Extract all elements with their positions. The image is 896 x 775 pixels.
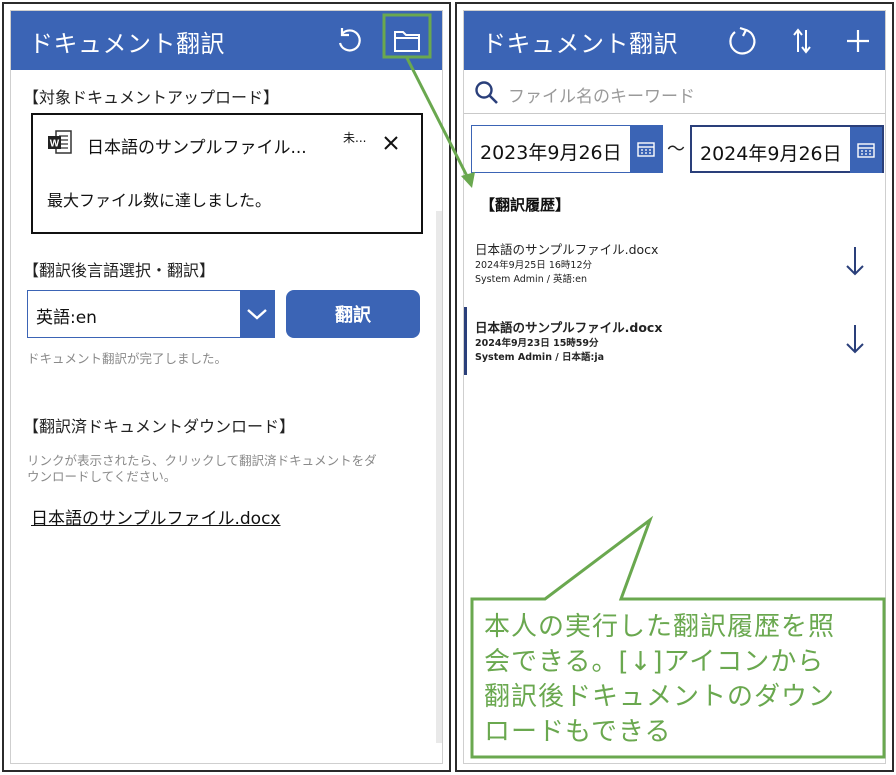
history-user-language: System Admin / 日本語:ja	[475, 352, 605, 363]
callout-line: 翻訳後ドキュメントのダウン	[484, 682, 836, 712]
header-bar: ドキュメント翻訳	[464, 11, 885, 70]
translate-section-label: 【翻訳後言語選択・翻訳】	[23, 261, 216, 280]
history-date: 2024年9月25日 16時12分	[475, 260, 593, 271]
refresh-icon	[729, 26, 756, 55]
chevron-down-icon	[247, 309, 267, 320]
folder-icon	[394, 31, 420, 52]
callout-line: 会できる。[↓]アイコンから	[484, 647, 825, 677]
svg-text:W: W	[50, 139, 60, 150]
remove-file-button[interactable]	[377, 129, 405, 157]
selected-indicator	[464, 307, 467, 375]
upload-screen: ドキュメント翻訳 【対象ドキュメントアップロード】 W 日本語のサンプルファイル…	[2, 2, 451, 772]
search-bar[interactable]: ファイル名のキーワード	[464, 70, 885, 114]
language-select-toggle[interactable]	[240, 291, 274, 337]
history-folder-button[interactable]	[387, 21, 427, 61]
history-user-language: System Admin / 英語:en	[475, 274, 588, 285]
date-from-picker-button[interactable]	[630, 126, 662, 172]
new-translation-button[interactable]	[838, 21, 878, 61]
page-title: ドキュメント翻訳	[482, 30, 678, 58]
download-button[interactable]	[839, 321, 871, 357]
refresh-button[interactable]	[722, 21, 762, 61]
upload-area[interactable]: W 日本語のサンプルファイル... 未... 最大ファイル数に達しました。	[31, 113, 423, 234]
scrollbar[interactable]	[436, 211, 442, 743]
plus-icon	[847, 30, 869, 52]
date-to-field[interactable]: 2024年9月26日	[690, 125, 884, 173]
language-select[interactable]: 英語:en	[27, 290, 275, 338]
history-date: 2024年9月23日 15時59分	[475, 338, 599, 349]
language-select-value: 英語:en	[36, 308, 97, 328]
callout-line: 本人の実行した翻訳履歴を照	[484, 612, 836, 642]
header-bar: ドキュメント翻訳	[11, 11, 442, 70]
sort-button[interactable]	[782, 21, 822, 61]
page-title: ドキュメント翻訳	[29, 30, 225, 58]
date-from-value: 2023年9月26日	[480, 142, 622, 164]
date-to-value: 2024年9月26日	[700, 143, 842, 165]
callout-text: 本人の実行した翻訳履歴を照 会できる。[↓]アイコンから 翻訳後ドキュメントのダ…	[484, 610, 876, 750]
date-to-picker-button[interactable]	[850, 127, 882, 173]
sort-icon	[793, 28, 811, 54]
upload-limit-message: 最大ファイル数に達しました。	[47, 191, 272, 210]
calendar-icon	[637, 142, 655, 157]
calendar-icon	[857, 143, 875, 158]
history-file-name: 日本語のサンプルファイル.docx	[475, 320, 663, 335]
download-section-label: 【翻訳済ドキュメントダウンロード】	[23, 417, 296, 436]
history-file-name: 日本語のサンプルファイル.docx	[475, 242, 659, 257]
uploaded-file-status: 未...	[343, 131, 367, 145]
date-range-separator: ～	[667, 139, 685, 160]
download-hint-line2: ウンロードしてください。	[27, 469, 177, 484]
download-hint-line1: リンクが表示されたら、クリックして翻訳済ドキュメントをダ	[27, 453, 377, 468]
callout-line: ロードもできる	[484, 717, 672, 747]
translate-status-text: ドキュメント翻訳が完了しました。	[27, 351, 228, 366]
arrow-down-icon	[846, 325, 864, 354]
history-section-title: 【翻訳履歴】	[480, 196, 571, 214]
uploaded-file-row: W 日本語のサンプルファイル... 未...	[47, 129, 411, 159]
app-frame: ドキュメント翻訳 【対象ドキュメントアップロード】 W 日本語のサンプルファイル…	[10, 10, 443, 764]
close-icon	[384, 136, 398, 150]
arrow-down-icon	[846, 247, 864, 276]
word-doc-icon: W	[48, 130, 72, 154]
history-list-item[interactable]: 日本語のサンプルファイル.docx 2024年9月23日 15時59分 Syst…	[464, 307, 885, 383]
download-button[interactable]	[839, 243, 871, 279]
translate-button[interactable]: 翻訳	[286, 290, 420, 338]
upload-section-label: 【対象ドキュメントアップロード】	[23, 88, 280, 107]
search-icon	[475, 81, 498, 104]
history-list-item[interactable]: 日本語のサンプルファイル.docx 2024年9月25日 16時12分 Syst…	[464, 239, 885, 305]
undo-icon	[338, 28, 361, 52]
reset-button[interactable]	[329, 21, 369, 61]
date-from-field[interactable]: 2023年9月26日	[471, 125, 663, 173]
translated-file-link[interactable]: 日本語のサンプルファイル.docx	[31, 504, 281, 529]
uploaded-file-name: 日本語のサンプルファイル...	[87, 138, 307, 158]
search-input[interactable]: ファイル名のキーワード	[508, 82, 695, 107]
